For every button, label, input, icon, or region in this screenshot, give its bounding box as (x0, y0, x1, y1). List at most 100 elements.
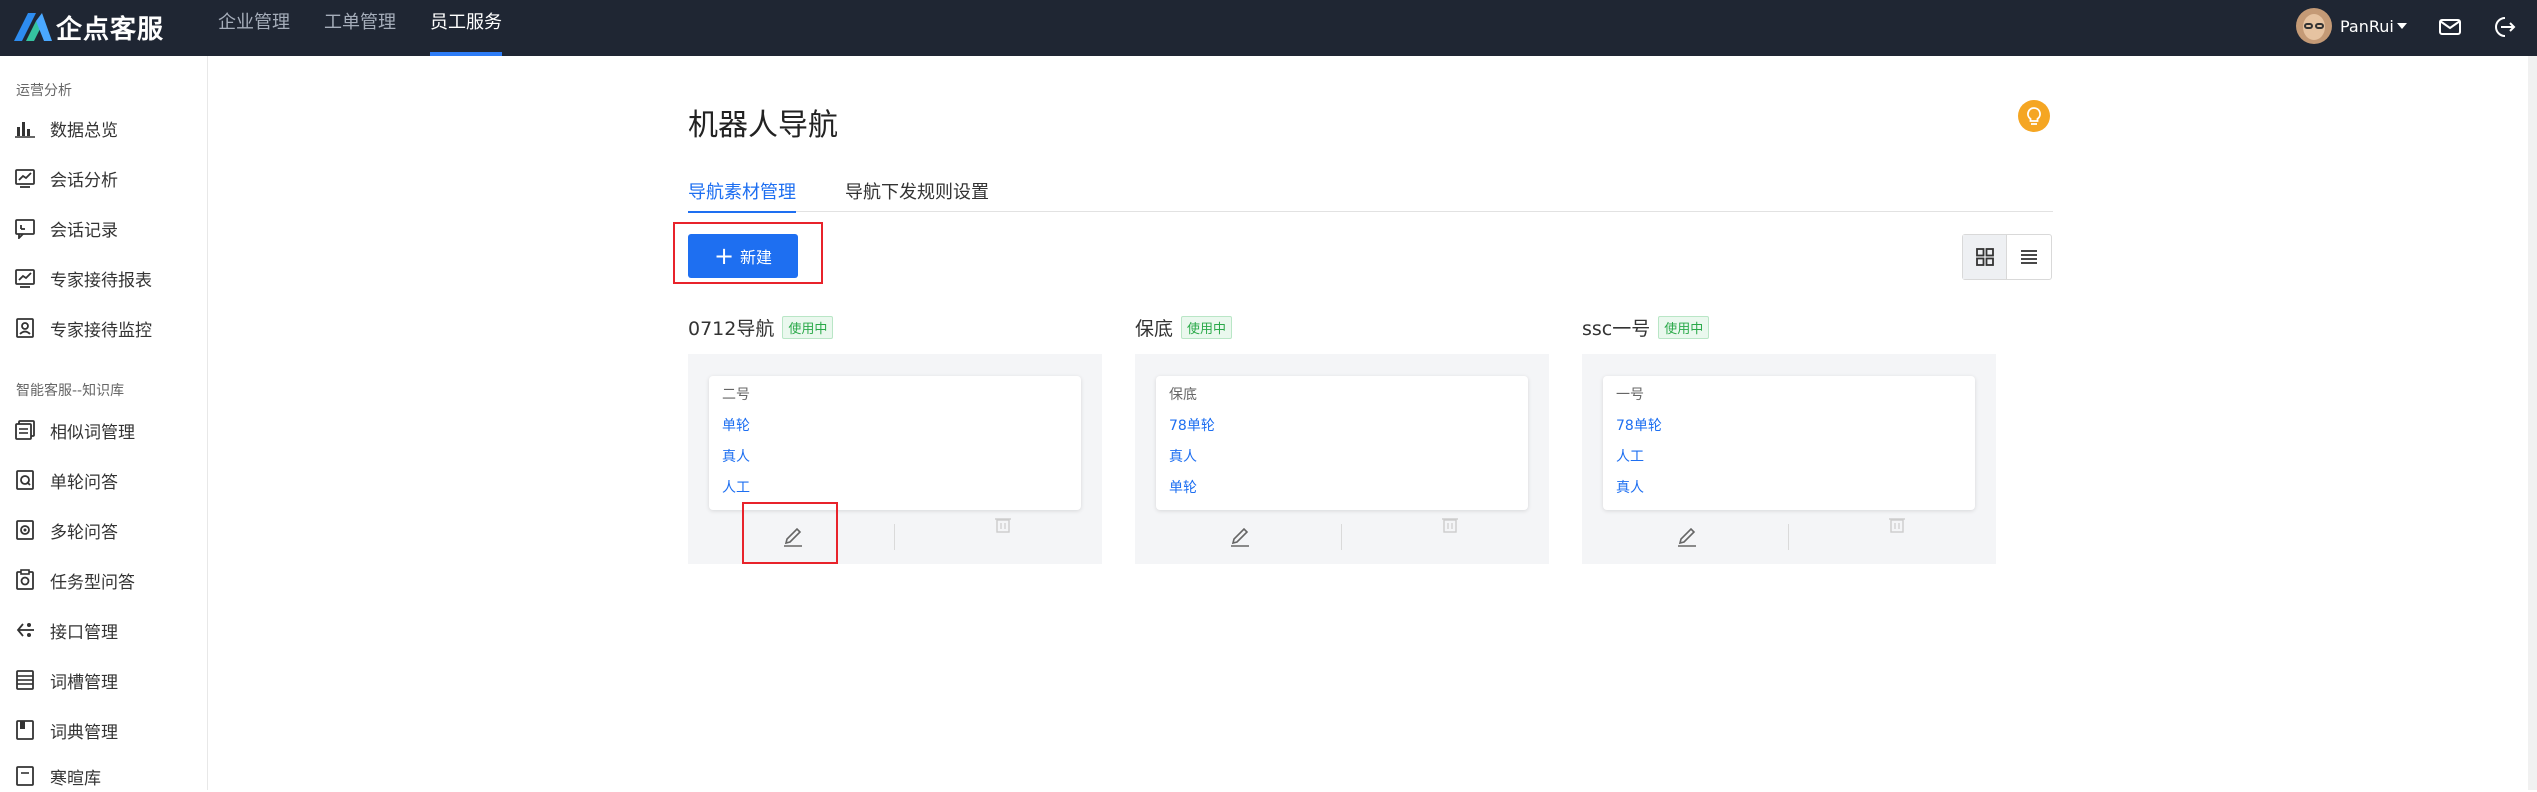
card-title: 保底 (1135, 317, 1174, 340)
sidebar-item-label: 词典管理 (50, 722, 118, 743)
app-logo[interactable]: 企点客服 (12, 7, 164, 47)
top-bar: 企点客服 企业管理 工单管理 员工服务 PanRui (0, 0, 2537, 56)
sidebar-item-label: 数据总览 (50, 120, 118, 141)
sidebar-item-label: 相似词管理 (50, 422, 135, 443)
card-preview-item[interactable]: 78单轮 (1156, 411, 1528, 442)
card-preview[interactable]: 一号 78单轮 人工 真人 (1603, 376, 1975, 510)
sidebar-item-session-record[interactable]: 会话记录 (14, 212, 118, 244)
chevron-down-icon (2396, 23, 2407, 29)
slot-icon (16, 670, 34, 690)
card-actions (1135, 510, 1549, 564)
card-preview-item[interactable]: 人工 (1603, 442, 1975, 473)
top-nav-item-ticket[interactable]: 工单管理 (324, 0, 396, 56)
card-preview-item[interactable]: 真人 (709, 442, 1081, 473)
sidebar-item-single-qa[interactable]: 单轮问答 (14, 464, 118, 496)
sidebar-item-label: 任务型问答 (50, 572, 135, 593)
mail-icon[interactable] (2437, 14, 2463, 40)
nav-card: 保底 78单轮 真人 单轮 (1135, 354, 1549, 564)
sidebar-item-label: 多轮问答 (50, 522, 118, 543)
status-badge: 使用中 (782, 315, 834, 339)
grid-view-button[interactable] (1963, 235, 2008, 279)
user-name: PanRui (2340, 16, 2394, 36)
sidebar-group-title: 智能客服--知识库 (16, 383, 125, 399)
card-header: 保底 使用中 (1135, 314, 1233, 340)
chat-record-icon (15, 219, 35, 239)
delete-icon[interactable] (992, 514, 1014, 536)
chitchat-icon (16, 766, 34, 786)
sidebar-item-label: 词槽管理 (50, 672, 118, 693)
page-scrollbar[interactable] (2528, 56, 2537, 790)
card-preview[interactable]: 保底 78单轮 真人 单轮 (1156, 376, 1528, 510)
card-header: 0712导航 使用中 (688, 314, 834, 340)
monitor-icon (16, 318, 34, 338)
sidebar-item-session-analysis[interactable]: 会话分析 (14, 162, 118, 194)
delete-icon[interactable] (1439, 514, 1461, 536)
card-preview-title: 二号 (722, 387, 750, 403)
sidebar-item-api-management[interactable]: 接口管理 (14, 614, 118, 646)
sidebar-item-multi-qa[interactable]: 多轮问答 (14, 514, 118, 546)
task-qa-icon (16, 569, 34, 590)
top-nav-item-employee-service[interactable]: 员工服务 (430, 0, 502, 56)
multi-qa-icon (16, 520, 34, 540)
card-preview-item[interactable]: 单轮 (709, 411, 1081, 442)
user-menu[interactable]: PanRui (2296, 6, 2407, 46)
sidebar-item-expert-monitor[interactable]: 专家接待监控 (14, 312, 152, 344)
list-icon (2021, 250, 2037, 264)
top-nav: 企业管理 工单管理 员工服务 (218, 0, 536, 56)
tab-nav-material[interactable]: 导航素材管理 (688, 178, 796, 213)
sidebar-group-title: 运营分析 (16, 83, 72, 99)
card-preview-item[interactable]: 真人 (1603, 473, 1975, 504)
sidebar-item-label: 单轮问答 (50, 472, 118, 493)
card-preview-item[interactable]: 78单轮 (1603, 411, 1975, 442)
sidebar-item-dictionary[interactable]: 词典管理 (14, 714, 118, 746)
avatar[interactable] (2296, 8, 2332, 44)
sidebar-item-label: 会话分析 (50, 170, 118, 191)
list-view-button[interactable] (2007, 235, 2051, 279)
tab-nav-rule-settings[interactable]: 导航下发规则设置 (845, 178, 989, 212)
status-badge: 使用中 (1181, 315, 1233, 339)
card-preview-item[interactable]: 人工 (709, 473, 1081, 504)
divider (1788, 524, 1789, 550)
grid-icon (1975, 248, 1994, 266)
api-icon (16, 623, 34, 637)
sidebar-item-label: 会话记录 (50, 220, 118, 241)
edit-icon[interactable] (1225, 522, 1255, 552)
divider (1341, 524, 1342, 550)
report-icon (15, 269, 35, 288)
sidebar-item-task-qa[interactable]: 任务型问答 (14, 564, 135, 596)
page-title: 机器人导航 (688, 108, 838, 143)
sidebar-item-expert-report[interactable]: 专家接待报表 (14, 262, 152, 294)
card-preview-title: 保底 (1169, 387, 1197, 403)
sidebar-item-similar-words[interactable]: 相似词管理 (14, 414, 135, 446)
logo-icon (14, 13, 52, 41)
card-actions (1582, 510, 1996, 564)
logo-text: 企点客服 (56, 14, 165, 45)
sidebar-item-chitchat[interactable]: 寒暄库 (14, 760, 101, 792)
card-preview-item[interactable]: 单轮 (1156, 473, 1528, 504)
card-preview[interactable]: 二号 单轮 真人 人工 (709, 376, 1081, 510)
dictionary-icon (16, 720, 34, 740)
plus-icon: + (713, 242, 735, 270)
nav-card: 一号 78单轮 人工 真人 (1582, 354, 1996, 564)
divider (894, 524, 895, 550)
sidebar-item-label: 接口管理 (50, 622, 118, 643)
new-button[interactable]: + 新建 (688, 234, 798, 278)
sidebar-item-label: 专家接待监控 (50, 320, 152, 341)
card-title: ssc一号 (1582, 317, 1651, 340)
edit-icon[interactable] (1672, 522, 1702, 552)
delete-icon[interactable] (1886, 514, 1908, 536)
tab-bar: 导航素材管理 导航下发规则设置 (688, 172, 2053, 213)
lightbulb-icon[interactable] (2018, 100, 2050, 132)
edit-button-highlight (742, 502, 838, 564)
card-header: ssc一号 使用中 (1582, 314, 1710, 340)
bar-chart-icon (15, 122, 35, 138)
sidebar-item-slot-management[interactable]: 词槽管理 (14, 664, 118, 696)
top-nav-item-enterprise[interactable]: 企业管理 (218, 0, 290, 56)
sidebar-item-data-overview[interactable]: 数据总览 (14, 112, 118, 144)
trend-chart-icon (15, 169, 35, 188)
logout-icon[interactable] (2491, 14, 2517, 40)
similar-words-icon (15, 420, 35, 440)
sidebar-item-label: 寒暄库 (50, 768, 101, 789)
card-preview-item[interactable]: 真人 (1156, 442, 1528, 473)
view-toggle (1962, 234, 2052, 280)
